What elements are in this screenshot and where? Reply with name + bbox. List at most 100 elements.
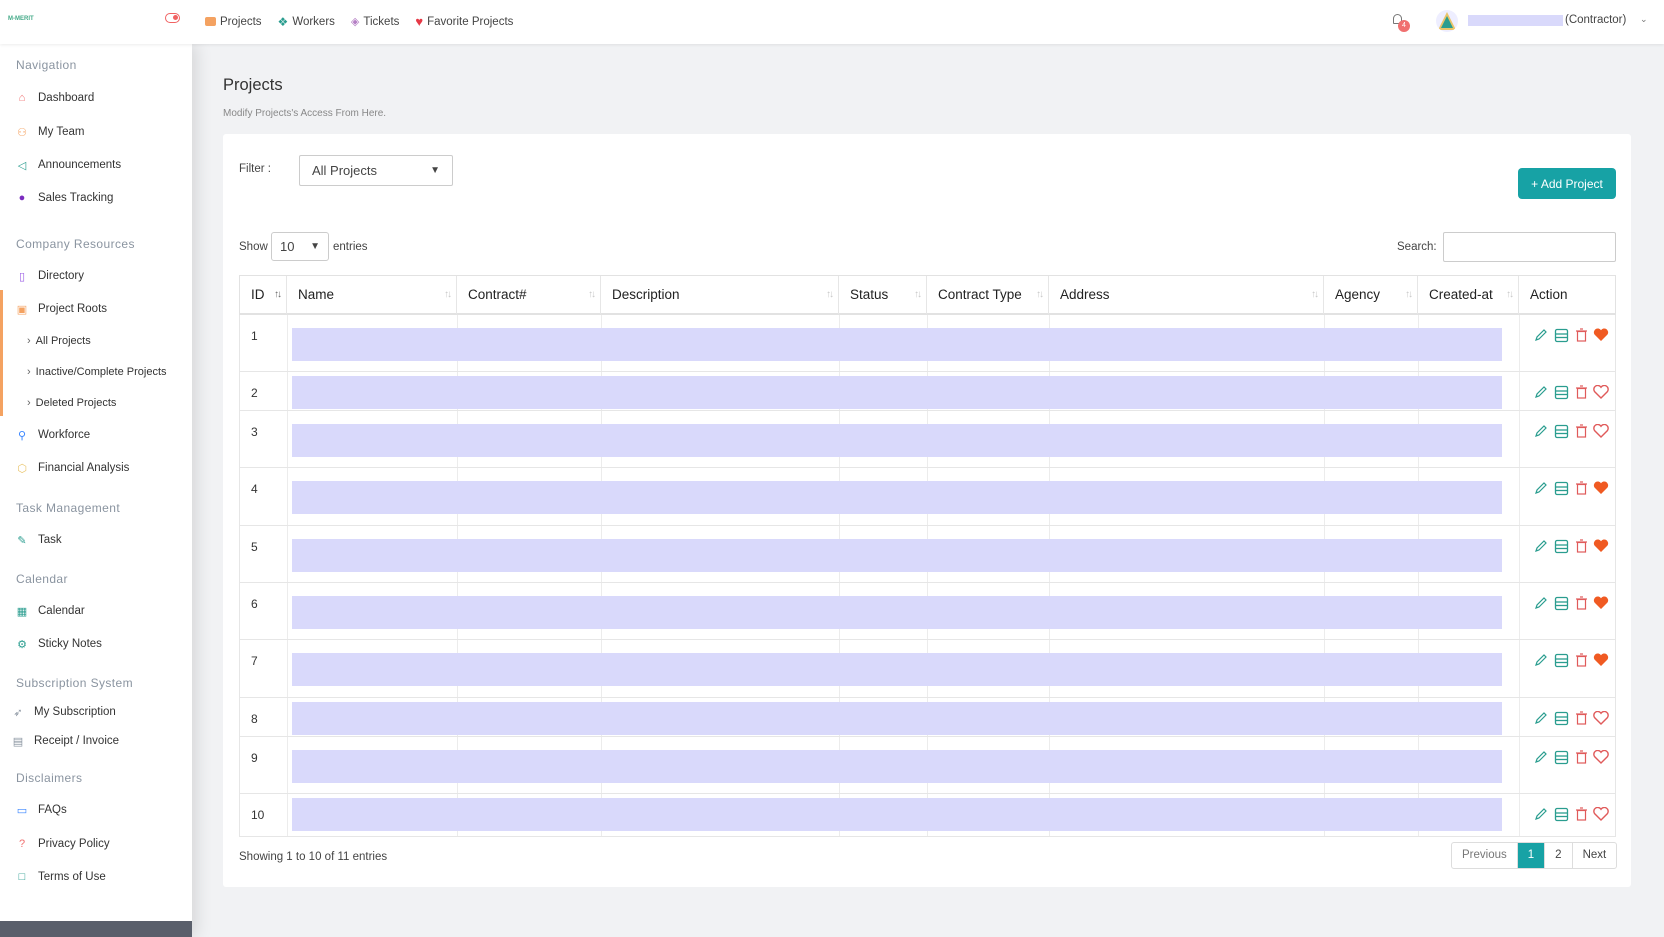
sidebar-item-privacy-policy[interactable]: ? Privacy Policy	[16, 838, 110, 850]
column-header-created-at[interactable]: Created-at ↑↓	[1418, 276, 1519, 314]
trash-icon[interactable]	[1573, 480, 1589, 496]
entries-per-page-select[interactable]: 10 ▼	[271, 232, 329, 261]
sidebar-heading-subscription: Subscription System	[16, 676, 133, 690]
pagination-previous[interactable]: Previous	[1452, 843, 1518, 868]
app-logo[interactable]: M-MERIT	[8, 16, 34, 22]
trash-icon[interactable]	[1573, 806, 1589, 822]
sidebar-item-calendar[interactable]: ▦ Calendar	[16, 605, 85, 618]
heart-filled-icon[interactable]	[1593, 595, 1609, 611]
sidebar-item-financial-analysis[interactable]: ⬡ Financial Analysis	[16, 462, 129, 475]
sidebar-heading-company: Company Resources	[16, 237, 135, 251]
trash-icon[interactable]	[1573, 710, 1589, 726]
edit-icon[interactable]	[1533, 710, 1549, 726]
archive-icon[interactable]	[1553, 327, 1569, 343]
top-nav-projects[interactable]: Projects	[205, 14, 262, 29]
sidebar-item-directory[interactable]: ▯ Directory	[16, 270, 84, 283]
trash-icon[interactable]	[1573, 423, 1589, 439]
pagination-page-1[interactable]: 1	[1517, 843, 1546, 868]
edit-icon[interactable]	[1533, 749, 1549, 765]
column-divider	[287, 468, 288, 525]
column-divider	[1519, 526, 1520, 582]
edit-icon[interactable]	[1533, 538, 1549, 554]
trash-icon[interactable]	[1573, 538, 1589, 554]
column-header-name[interactable]: Name ↑↓	[287, 276, 457, 314]
heart-outline-icon[interactable]	[1593, 384, 1609, 400]
trash-icon[interactable]	[1573, 595, 1589, 611]
sidebar-item-terms-of-use[interactable]: □ Terms of Use	[16, 871, 106, 883]
sidebar-item-workforce[interactable]: ⚲ Workforce	[16, 429, 90, 442]
column-header-contract-type[interactable]: Contract Type ↑↓	[927, 276, 1049, 314]
top-nav-favorite-projects[interactable]: ♥ Favorite Projects	[415, 14, 513, 29]
column-header-address[interactable]: Address ↑↓	[1049, 276, 1324, 314]
column-divider	[287, 737, 288, 793]
edit-icon[interactable]	[1533, 480, 1549, 496]
chevron-down-icon[interactable]: ⌄	[1640, 14, 1648, 25]
sidebar-subitem-inactive-projects[interactable]: Inactive/Complete Projects	[27, 366, 167, 378]
archive-icon[interactable]	[1553, 480, 1569, 496]
sidebar-item-sticky-notes[interactable]: ⚙ Sticky Notes	[16, 638, 102, 651]
archive-icon[interactable]	[1553, 806, 1569, 822]
archive-icon[interactable]	[1553, 384, 1569, 400]
sidebar-subitem-all-projects[interactable]: All Projects	[27, 335, 91, 347]
heart-filled-icon[interactable]	[1593, 538, 1609, 554]
pagination-page-2[interactable]: 2	[1545, 843, 1573, 868]
edit-icon[interactable]	[1533, 806, 1549, 822]
team-icon: ⚇	[17, 126, 27, 139]
trash-icon[interactable]	[1573, 749, 1589, 765]
sidebar-toggle-icon[interactable]	[165, 13, 180, 23]
row-actions	[1533, 652, 1609, 668]
trash-icon[interactable]	[1573, 652, 1589, 668]
archive-icon[interactable]	[1553, 595, 1569, 611]
heart-outline-icon[interactable]	[1593, 710, 1609, 726]
sidebar-subitem-deleted-projects[interactable]: Deleted Projects	[27, 397, 117, 409]
paw-icon: ❖	[277, 14, 289, 29]
sidebar-item-sales-tracking[interactable]: ● Sales Tracking	[16, 192, 114, 204]
heart-outline-icon[interactable]	[1593, 806, 1609, 822]
archive-icon[interactable]	[1553, 423, 1569, 439]
edit-icon[interactable]	[1533, 595, 1549, 611]
edit-icon[interactable]	[1533, 652, 1549, 668]
filter-select[interactable]: All Projects ▼	[299, 155, 453, 186]
column-header-agency[interactable]: Agency ↑↓	[1324, 276, 1418, 314]
sidebar-item-faqs[interactable]: ▭ FAQs	[16, 804, 67, 817]
trash-icon[interactable]	[1573, 384, 1589, 400]
heart-outline-icon[interactable]	[1593, 423, 1609, 439]
column-header-status[interactable]: Status ↑↓	[839, 276, 927, 314]
column-header-contract[interactable]: Contract# ↑↓	[457, 276, 601, 314]
heart-filled-icon[interactable]	[1593, 652, 1609, 668]
trash-icon[interactable]	[1573, 327, 1589, 343]
redacted-row-content	[292, 539, 1502, 572]
top-nav-workers[interactable]: ❖ Workers	[278, 14, 335, 29]
sidebar-item-task[interactable]: ✎ Task	[16, 534, 61, 547]
column-header-id[interactable]: ID ↑↓	[240, 276, 287, 314]
sidebar-item-label: FAQs	[38, 804, 67, 816]
user-role[interactable]: (Contractor)	[1565, 14, 1626, 26]
heart-filled-icon[interactable]	[1593, 480, 1609, 496]
add-project-button[interactable]: + Add Project	[1518, 168, 1616, 199]
heart-filled-icon[interactable]	[1593, 327, 1609, 343]
sidebar-item-my-subscription[interactable]: ➶ My Subscription	[12, 706, 115, 719]
cell-id: 5	[251, 540, 258, 554]
top-nav-tickets[interactable]: ◈ Tickets	[351, 14, 399, 29]
edit-icon[interactable]	[1533, 423, 1549, 439]
sidebar-item-announcements[interactable]: ◁ Announcements	[16, 159, 121, 172]
pagination-next[interactable]: Next	[1573, 843, 1617, 868]
column-divider	[287, 640, 288, 697]
archive-icon[interactable]	[1553, 652, 1569, 668]
sidebar-item-receipt-invoice[interactable]: ▤ Receipt / Invoice	[12, 735, 119, 748]
sidebar-item-dashboard[interactable]: ⌂ Dashboard	[16, 92, 95, 104]
sidebar-item-project-roots[interactable]: ▣ Project Roots	[16, 303, 107, 316]
edit-icon[interactable]	[1533, 327, 1549, 343]
archive-icon[interactable]	[1553, 749, 1569, 765]
heart-outline-icon[interactable]	[1593, 749, 1609, 765]
archive-icon[interactable]	[1553, 538, 1569, 554]
avatar[interactable]	[1436, 10, 1458, 32]
edit-icon[interactable]	[1533, 384, 1549, 400]
top-nav-label: Workers	[292, 15, 335, 28]
column-header-description[interactable]: Description ↑↓	[601, 276, 839, 314]
row-actions	[1533, 538, 1609, 554]
archive-icon[interactable]	[1553, 710, 1569, 726]
redacted-row-content	[292, 424, 1502, 457]
sidebar-item-my-team[interactable]: ⚇ My Team	[16, 126, 84, 139]
search-input[interactable]	[1443, 232, 1616, 262]
